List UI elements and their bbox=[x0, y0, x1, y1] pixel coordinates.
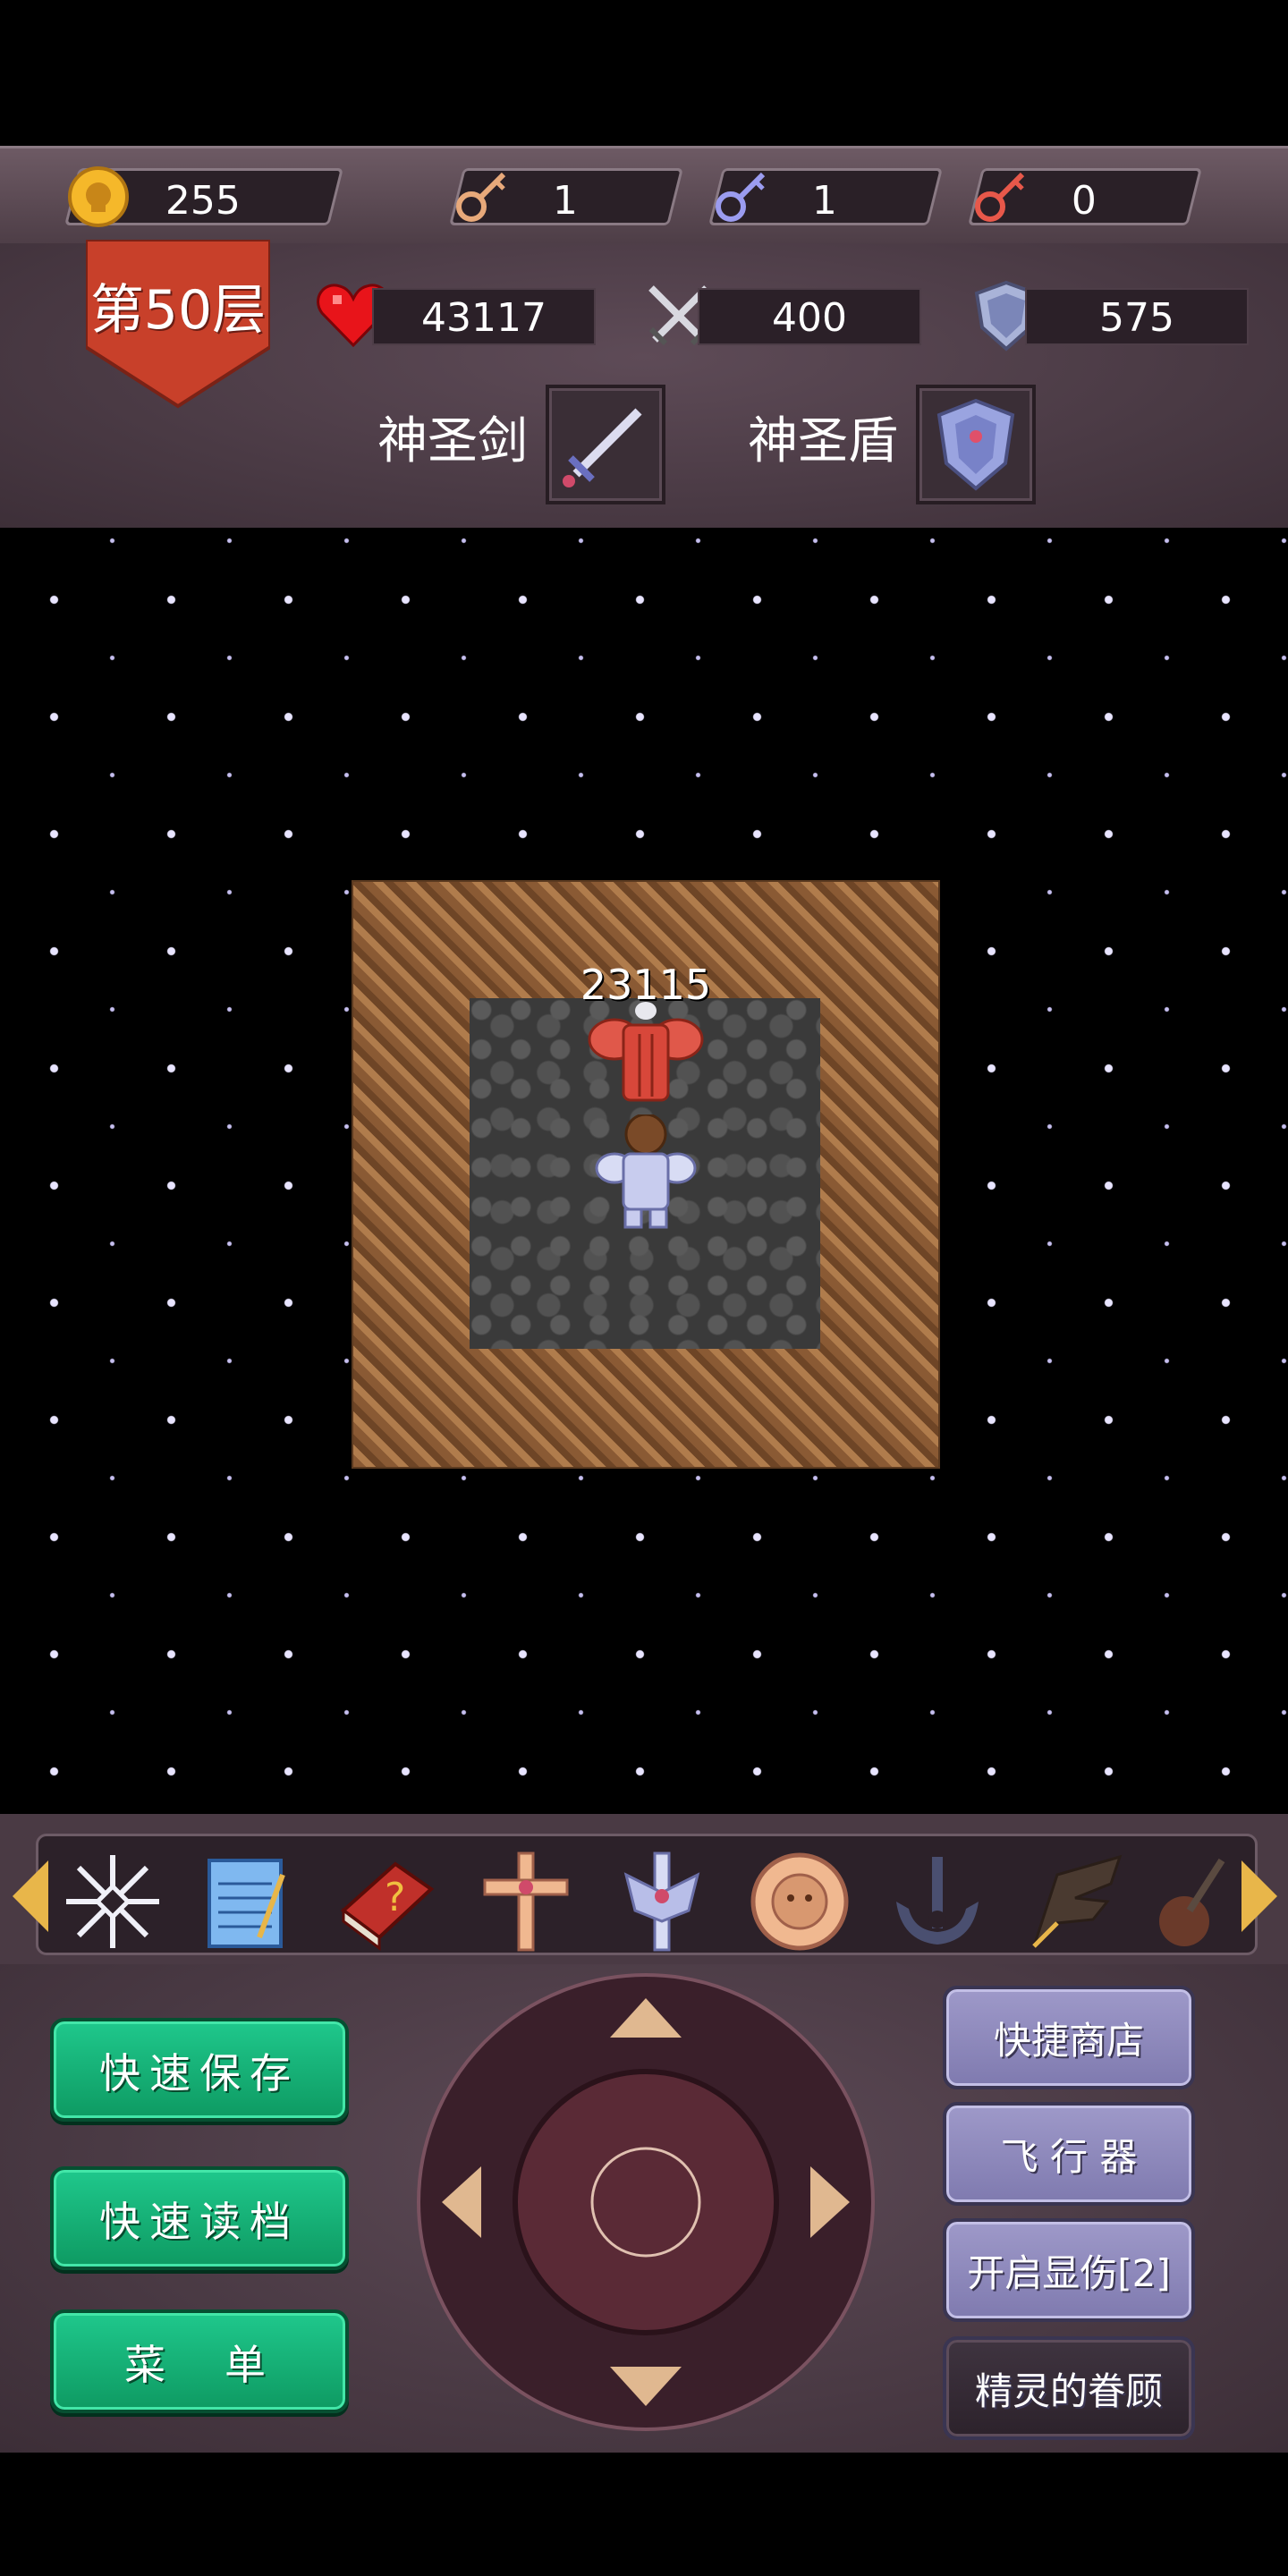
notepad-icon[interactable] bbox=[197, 1848, 304, 1955]
holy-cross-icon[interactable] bbox=[472, 1848, 580, 1955]
quick-shop-button[interactable]: 快捷商店 bbox=[943, 1986, 1195, 2089]
weapon-slot[interactable] bbox=[546, 385, 665, 504]
item-bar: ? bbox=[0, 1814, 1288, 1964]
flyer-button[interactable]: 飞 行 器 bbox=[943, 2102, 1195, 2206]
red-key-counter: 0 bbox=[968, 168, 1202, 225]
holy-sword-icon bbox=[563, 408, 642, 487]
menu-button[interactable]: 菜 单 bbox=[50, 2309, 349, 2413]
resource-bar: 255 1 1 0 bbox=[0, 146, 1288, 246]
red-knight-enemy[interactable] bbox=[588, 998, 704, 1114]
monkey-coin-icon[interactable] bbox=[746, 1848, 853, 1955]
hp-stat: 43117 bbox=[372, 288, 596, 345]
holy-shield-icon bbox=[936, 398, 1015, 491]
room-wall: 23115 bbox=[352, 880, 940, 1469]
yellow-key-counter: 1 bbox=[449, 168, 683, 225]
weapon-label: 神圣剑 bbox=[377, 412, 528, 470]
direction-pad[interactable] bbox=[415, 1971, 877, 2433]
wing-icon[interactable] bbox=[1021, 1848, 1129, 1955]
guitar-icon[interactable] bbox=[1154, 1848, 1225, 1955]
defense-stat: 575 bbox=[1025, 288, 1249, 345]
scroll-right-arrow-icon[interactable] bbox=[1241, 1860, 1277, 1932]
svg-text:?: ? bbox=[385, 1875, 405, 1920]
snowflake-icon[interactable] bbox=[59, 1848, 166, 1955]
hero-player bbox=[595, 1114, 697, 1229]
quick-load-button[interactable]: 快速读档 bbox=[50, 2166, 349, 2270]
attack-stat: 400 bbox=[698, 288, 921, 345]
floor-label: 第50层 bbox=[89, 279, 267, 342]
fairy-blessing-button[interactable]: 精灵的眷顾 bbox=[943, 2336, 1195, 2440]
status-panel: 第50层 43117 400 575 神圣剑 神圣盾 bbox=[0, 240, 1288, 528]
monster-book-icon[interactable]: ? bbox=[333, 1848, 440, 1955]
blue-key-counter: 1 bbox=[708, 168, 943, 225]
game-map[interactable]: 23115 bbox=[0, 530, 1288, 1810]
scroll-left-arrow-icon[interactable] bbox=[13, 1860, 48, 1932]
shield-slot[interactable] bbox=[916, 385, 1036, 504]
quick-save-button[interactable]: 快速保存 bbox=[50, 2018, 349, 2122]
gold-counter: 255 bbox=[64, 166, 343, 227]
shield-label: 神圣盾 bbox=[748, 412, 898, 470]
holy-sword-emblem-icon[interactable] bbox=[608, 1848, 716, 1955]
anchor-icon[interactable] bbox=[884, 1848, 991, 1955]
show-damage-button[interactable]: 开启显伤[2] bbox=[943, 2218, 1195, 2322]
bottom-bar bbox=[0, 2453, 1288, 2576]
